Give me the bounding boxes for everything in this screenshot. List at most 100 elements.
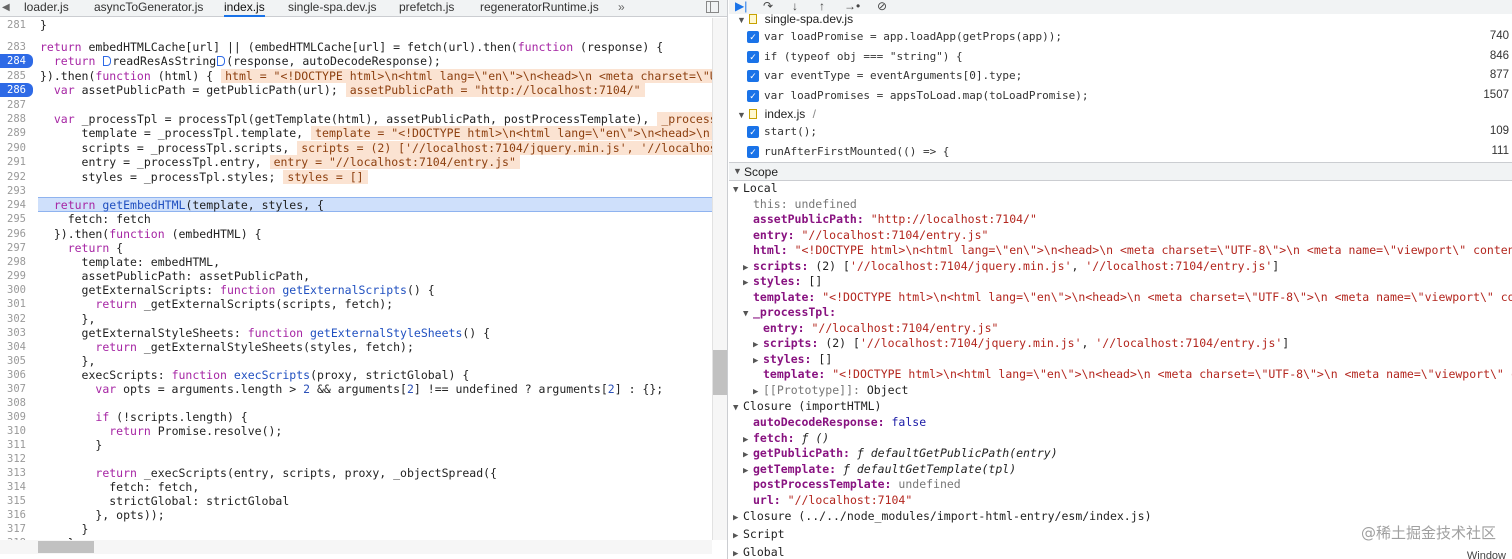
scope-row[interactable]: autoDecodeResponse: false xyxy=(743,415,926,429)
scope-row[interactable]: ▶ scripts: (2) ['//localhost:7104/jquery.… xyxy=(743,259,1279,275)
breakpoint-code[interactable]: start(); xyxy=(764,125,817,138)
line-number[interactable]: 281 xyxy=(0,18,30,32)
line-number[interactable]: 315 xyxy=(0,494,30,508)
breakpoint-file-single-spa[interactable]: ▼ single-spa.dev.js xyxy=(737,12,853,26)
tab-regenerator-runtime-js[interactable]: regeneratorRuntime.js xyxy=(480,0,599,17)
line-number[interactable]: 314 xyxy=(0,480,30,494)
scope-row[interactable]: ▶ Closure (../../node_modules/import-html… xyxy=(733,509,1152,525)
scope-row[interactable]: ▶ getPublicPath: ƒ defaultGetPublicPath(e… xyxy=(743,446,1058,462)
line-number[interactable]: 288 xyxy=(0,112,30,126)
scope-row[interactable]: ▶ Script xyxy=(733,527,785,543)
breakpoint-line-number[interactable]: 286 xyxy=(0,83,33,97)
line-number[interactable]: 283 xyxy=(0,40,30,54)
line-number[interactable]: 307 xyxy=(0,382,30,396)
line-number[interactable]: 292 xyxy=(0,170,30,184)
editor-horizontal-scrollbar[interactable] xyxy=(0,540,712,554)
breakpoint-code[interactable]: var eventType = eventArguments[0].type; xyxy=(764,69,1022,82)
collapse-arrow-icon[interactable]: ▼ xyxy=(733,401,743,415)
breakpoint-code[interactable]: runAfterFirstMounted(() => { xyxy=(764,145,949,158)
scope-section-header[interactable]: ▼ Scope xyxy=(729,162,1512,181)
line-number[interactable]: 290 xyxy=(0,141,30,155)
scope-row[interactable]: html: "<!DOCTYPE html>\n<html lang=\"en\… xyxy=(743,243,1512,257)
line-number[interactable]: 295 xyxy=(0,212,30,226)
expand-arrow-icon[interactable]: ▶ xyxy=(753,385,763,399)
toggle-sidebar-icon[interactable] xyxy=(706,1,719,13)
tab-async-to-generator-js[interactable]: asyncToGenerator.js xyxy=(94,0,203,17)
scope-row[interactable]: ▼ _processTpl: xyxy=(743,305,836,321)
scope-row[interactable]: ▶ styles: [] xyxy=(743,274,822,290)
line-number[interactable]: 309 xyxy=(0,410,30,424)
tab-prefetch-js[interactable]: prefetch.js xyxy=(399,0,454,17)
line-number[interactable]: 296 xyxy=(0,227,30,241)
scope-row[interactable]: ▶ Global xyxy=(733,545,785,559)
breakpoint-line-number[interactable]: 284 xyxy=(0,54,33,68)
expand-arrow-icon[interactable]: ▶ xyxy=(753,338,763,352)
editor-vertical-scroll-thumb[interactable] xyxy=(713,350,727,395)
scope-row[interactable]: ▶ getTemplate: ƒ defaultGetTemplate(tpl) xyxy=(743,462,1016,478)
deactivate-breakpoints-icon[interactable]: ⊘ xyxy=(877,0,887,13)
breakpoint-code[interactable]: var loadPromise = app.loadApp(getProps(a… xyxy=(764,30,1062,43)
breakpoint-checkbox[interactable]: ✓ xyxy=(747,50,759,63)
scope-row[interactable]: postProcessTemplate: undefined xyxy=(743,477,961,491)
breakpoint-checkbox[interactable]: ✓ xyxy=(747,70,759,82)
collapse-arrow-icon[interactable]: ▼ xyxy=(743,307,753,321)
scope-row[interactable]: ▶ scripts: (2) ['//localhost:7104/jquery.… xyxy=(753,336,1289,352)
expand-arrow-icon[interactable]: ▶ xyxy=(743,261,753,275)
line-number[interactable]: 303 xyxy=(0,326,30,340)
scope-row[interactable]: ▶ styles: [] xyxy=(753,352,832,368)
scope-row[interactable]: template: "<!DOCTYPE html>\n<html lang=\… xyxy=(753,367,1512,381)
expand-arrow-icon[interactable]: ▶ xyxy=(733,529,743,543)
line-number[interactable]: 289 xyxy=(0,126,30,140)
expand-arrow-icon[interactable]: ▶ xyxy=(743,433,753,447)
tab-loader-js[interactable]: loader.js xyxy=(24,0,69,17)
line-number[interactable]: 294 xyxy=(0,198,30,212)
line-number[interactable]: 304 xyxy=(0,340,30,354)
editor-vertical-scrollbar[interactable] xyxy=(712,18,727,540)
expand-arrow-icon[interactable]: ▶ xyxy=(733,511,743,525)
breakpoint-file-index[interactable]: ▼ index.js / xyxy=(737,107,816,121)
scope-row[interactable]: ▼ Local xyxy=(733,181,778,197)
line-number[interactable]: 293 xyxy=(0,184,30,198)
breakpoint-code[interactable]: if (typeof obj === "string") { xyxy=(764,50,963,63)
line-number[interactable]: 316 xyxy=(0,508,30,522)
scope-row[interactable]: this: undefined xyxy=(743,197,857,211)
expand-arrow-icon[interactable]: ▶ xyxy=(743,464,753,478)
scope-row[interactable]: template: "<!DOCTYPE html>\n<html lang=\… xyxy=(743,290,1512,304)
line-number[interactable]: 308 xyxy=(0,396,30,410)
line-number[interactable]: 299 xyxy=(0,269,30,283)
editor-horizontal-scroll-thumb[interactable] xyxy=(38,541,94,553)
expand-arrow-icon[interactable]: ▶ xyxy=(753,354,763,368)
more-tabs-icon[interactable]: » xyxy=(618,0,625,15)
collapse-arrow-icon[interactable]: ▼ xyxy=(733,183,743,197)
breakpoint-checkbox[interactable]: ✓ xyxy=(747,145,759,158)
breakpoint-code[interactable]: var loadPromises = appsToLoad.map(toLoad… xyxy=(764,89,1089,102)
line-number[interactable]: 313 xyxy=(0,466,30,480)
expand-arrow-icon[interactable]: ▶ xyxy=(733,547,743,559)
tab-index-js[interactable]: index.js xyxy=(224,0,265,17)
expand-arrow-icon[interactable]: ▶ xyxy=(743,448,753,462)
scope-row[interactable]: ▶ [[Prototype]]: Object xyxy=(753,383,908,399)
scope-row[interactable]: ▶ fetch: ƒ () xyxy=(743,431,829,447)
scope-row[interactable]: entry: "//localhost:7104/entry.js" xyxy=(753,321,998,335)
line-number[interactable]: 301 xyxy=(0,297,30,311)
code-editor[interactable]: 281} 283 return embedHTMLCache[url] || (em… xyxy=(0,18,712,540)
line-number[interactable]: 300 xyxy=(0,283,30,297)
line-number[interactable]: 305 xyxy=(0,354,30,368)
breakpoint-checkbox[interactable]: ✓ xyxy=(747,126,759,138)
scope-row[interactable]: entry: "//localhost:7104/entry.js" xyxy=(743,228,988,242)
scope-row[interactable]: assetPublicPath: "http://localhost:7104/… xyxy=(743,212,1037,226)
line-number[interactable]: 297 xyxy=(0,241,30,255)
line-number[interactable]: 285 xyxy=(0,69,30,83)
line-number[interactable]: 298 xyxy=(0,255,30,269)
line-number[interactable]: 312 xyxy=(0,452,30,466)
tab-single-spa-dev-js[interactable]: single-spa.dev.js xyxy=(288,0,377,17)
breakpoint-checkbox[interactable]: ✓ xyxy=(747,31,759,43)
scope-row[interactable]: url: "//localhost:7104" xyxy=(743,493,912,507)
line-number[interactable]: 310 xyxy=(0,424,30,438)
scope-row[interactable]: ▼ Closure (importHTML) xyxy=(733,399,881,415)
tab-scroll-left-icon[interactable]: ◀ xyxy=(2,0,10,15)
line-number[interactable]: 306 xyxy=(0,368,30,382)
line-number[interactable]: 311 xyxy=(0,438,30,452)
line-number[interactable]: 317 xyxy=(0,522,30,536)
line-number[interactable]: 302 xyxy=(0,312,30,326)
